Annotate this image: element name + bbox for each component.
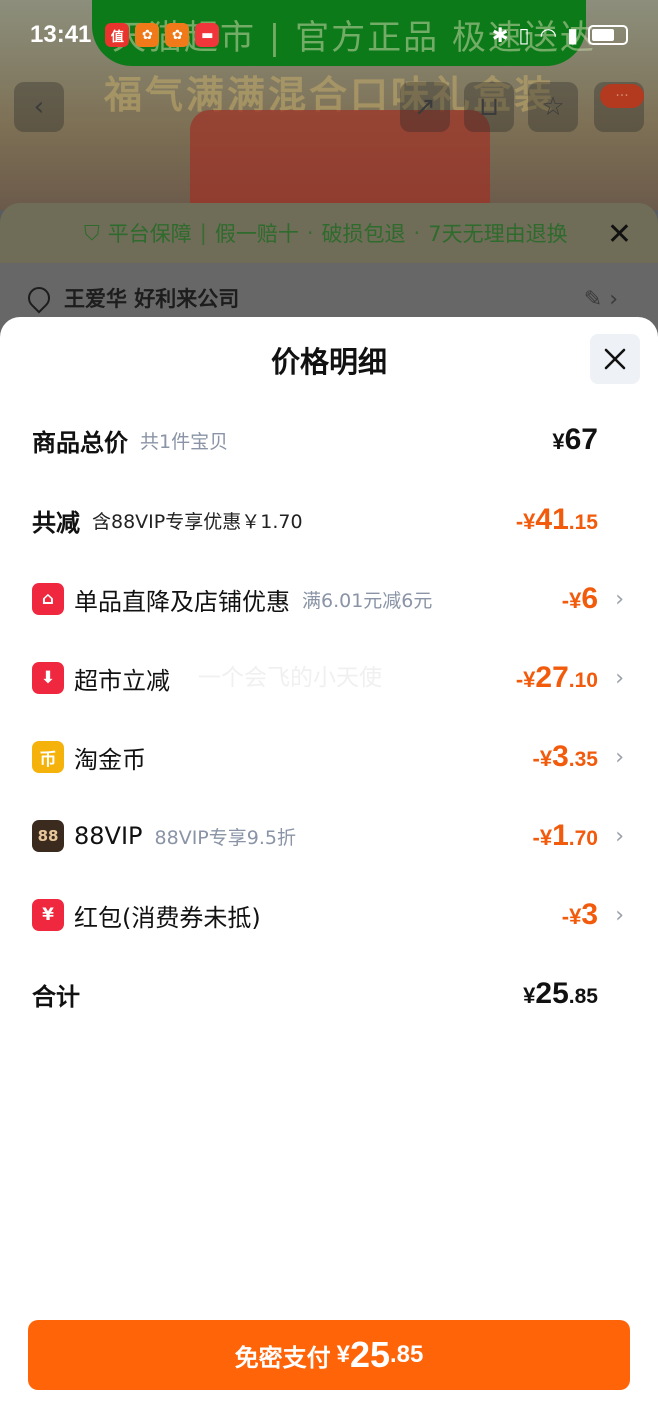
row-value: -¥ 3 .35 bbox=[532, 740, 598, 773]
row-value: -¥ 27 .10 bbox=[515, 661, 598, 694]
row-label: 单品直降及店铺优惠 bbox=[74, 587, 290, 616]
delivery-address[interactable]: 王爱华 好利来公司 bbox=[23, 282, 240, 314]
share-icon[interactable]: ↗ bbox=[400, 82, 450, 132]
row-value: -¥ 41 .15 bbox=[515, 503, 598, 536]
platform-guarantee-bar[interactable]: ⛉ 平台保障 | 假一赔十 · 破损包退 · 7天无理由退换 bbox=[0, 203, 658, 263]
coin-icon: 币 bbox=[32, 741, 64, 773]
row-grand-total: 合计 ¥ 25 .85 bbox=[32, 972, 624, 1016]
battery-icon bbox=[588, 25, 628, 45]
status-time: 13:41 bbox=[30, 21, 92, 48]
row-value: -¥ 1 .70 bbox=[532, 819, 598, 852]
edit-pencil-icon[interactable]: ✎ › bbox=[584, 287, 618, 312]
pay-button-label: 免密支付 bbox=[234, 1343, 331, 1372]
row-goods-total: 商品总价 共1件宝贝 ¥ 67 bbox=[32, 418, 624, 462]
status-indicators: ✱ ▯ ◠ ▮ bbox=[492, 23, 628, 47]
vip-88-icon: 88 bbox=[32, 820, 64, 852]
row-value: ¥ 67 bbox=[552, 423, 598, 456]
chevron-right-icon: › bbox=[615, 744, 624, 770]
chevron-right-icon: › bbox=[615, 823, 624, 849]
row-label: 红包(消费券未抵) bbox=[74, 903, 261, 932]
guarantee-label: 平台保障 bbox=[107, 222, 192, 246]
wifi-icon: ◠ bbox=[539, 23, 557, 47]
row-sub: 88VIP专享9.5折 bbox=[154, 826, 296, 849]
price-detail-sheet: 价格明细 商品总价 共1件宝贝 ¥ 67 共减 含88VIP专享优惠￥1.70 … bbox=[0, 317, 658, 1416]
down-arrow-icon: ⬇ bbox=[32, 662, 64, 694]
signal-icon: ▮ bbox=[566, 23, 578, 47]
app-red-icon: 值 bbox=[105, 23, 130, 47]
row-label: 共减 bbox=[32, 508, 80, 537]
row-label: 88VIP bbox=[74, 822, 143, 850]
watermark-text: 一个会飞的小天使 bbox=[198, 665, 382, 691]
cart-icon[interactable]: ⊔ bbox=[464, 82, 514, 132]
guarantee-item: 破损包退 bbox=[321, 222, 406, 246]
chevron-right-icon: › bbox=[615, 665, 624, 691]
row-total-discount: 共减 含88VIP专享优惠￥1.70 -¥ 41 .15 bbox=[32, 498, 624, 542]
app-orange-icon-1: ✿ bbox=[135, 23, 160, 47]
app-red-square-icon: ▬ bbox=[195, 23, 220, 47]
more-badge: ··· bbox=[600, 84, 644, 108]
row-label: 合计 bbox=[32, 982, 80, 1011]
row-sub: 满6.01元减6元 bbox=[302, 589, 433, 612]
row-label: 超市立减 bbox=[74, 666, 170, 695]
row-red-packet[interactable]: ¥ 红包(消费券未抵) -¥ 3 › bbox=[32, 893, 624, 937]
status-bar: 13:41 值 ✿ ✿ ▬ ✱ ▯ ◠ ▮ bbox=[0, 0, 658, 70]
row-value: -¥ 6 bbox=[561, 582, 598, 615]
close-icon[interactable]: ✕ bbox=[607, 217, 632, 252]
row-label: 淘金币 bbox=[74, 745, 146, 774]
red-packet-icon: ¥ bbox=[32, 899, 64, 931]
chevron-right-icon: › bbox=[615, 586, 624, 612]
favorite-star-icon[interactable]: ☆ bbox=[528, 82, 578, 132]
address-text: 王爱华 好利来公司 bbox=[64, 287, 240, 311]
row-taojinbi[interactable]: 币 淘金币 -¥ 3 .35 › bbox=[32, 735, 624, 779]
app-orange-icon-2: ✿ bbox=[165, 23, 190, 47]
back-icon[interactable]: ‹ bbox=[14, 82, 64, 132]
guarantee-item: 假一赔十 bbox=[214, 222, 299, 246]
close-icon bbox=[604, 348, 626, 370]
row-value: ¥ 25 .85 bbox=[523, 977, 598, 1010]
row-label: 商品总价 bbox=[32, 428, 128, 457]
chevron-right-icon: › bbox=[615, 902, 624, 928]
close-button[interactable] bbox=[590, 334, 640, 384]
row-88vip[interactable]: 88 88VIP 88VIP专享9.5折 -¥ 1 .70 › bbox=[32, 814, 624, 858]
shield-icon: ⛉ bbox=[84, 220, 100, 245]
sheet-title: 价格明细 bbox=[270, 345, 387, 379]
vibrate-icon: ▯ bbox=[518, 23, 530, 47]
guarantee-item: 7天无理由退换 bbox=[428, 222, 568, 246]
password-free-pay-button[interactable]: 免密支付 ¥ 25 .85 bbox=[28, 1320, 630, 1390]
row-sub: 含88VIP专享优惠￥1.70 bbox=[92, 510, 303, 533]
row-sub: 共1件宝贝 bbox=[140, 430, 229, 453]
bluetooth-icon: ✱ bbox=[491, 23, 509, 47]
location-pin-icon bbox=[23, 282, 55, 314]
row-value: -¥ 3 bbox=[561, 898, 598, 931]
row-shop-discount[interactable]: ⌂ 单品直降及店铺优惠 满6.01元减6元 -¥ 6 › bbox=[32, 577, 624, 621]
shop-icon: ⌂ bbox=[32, 583, 64, 615]
